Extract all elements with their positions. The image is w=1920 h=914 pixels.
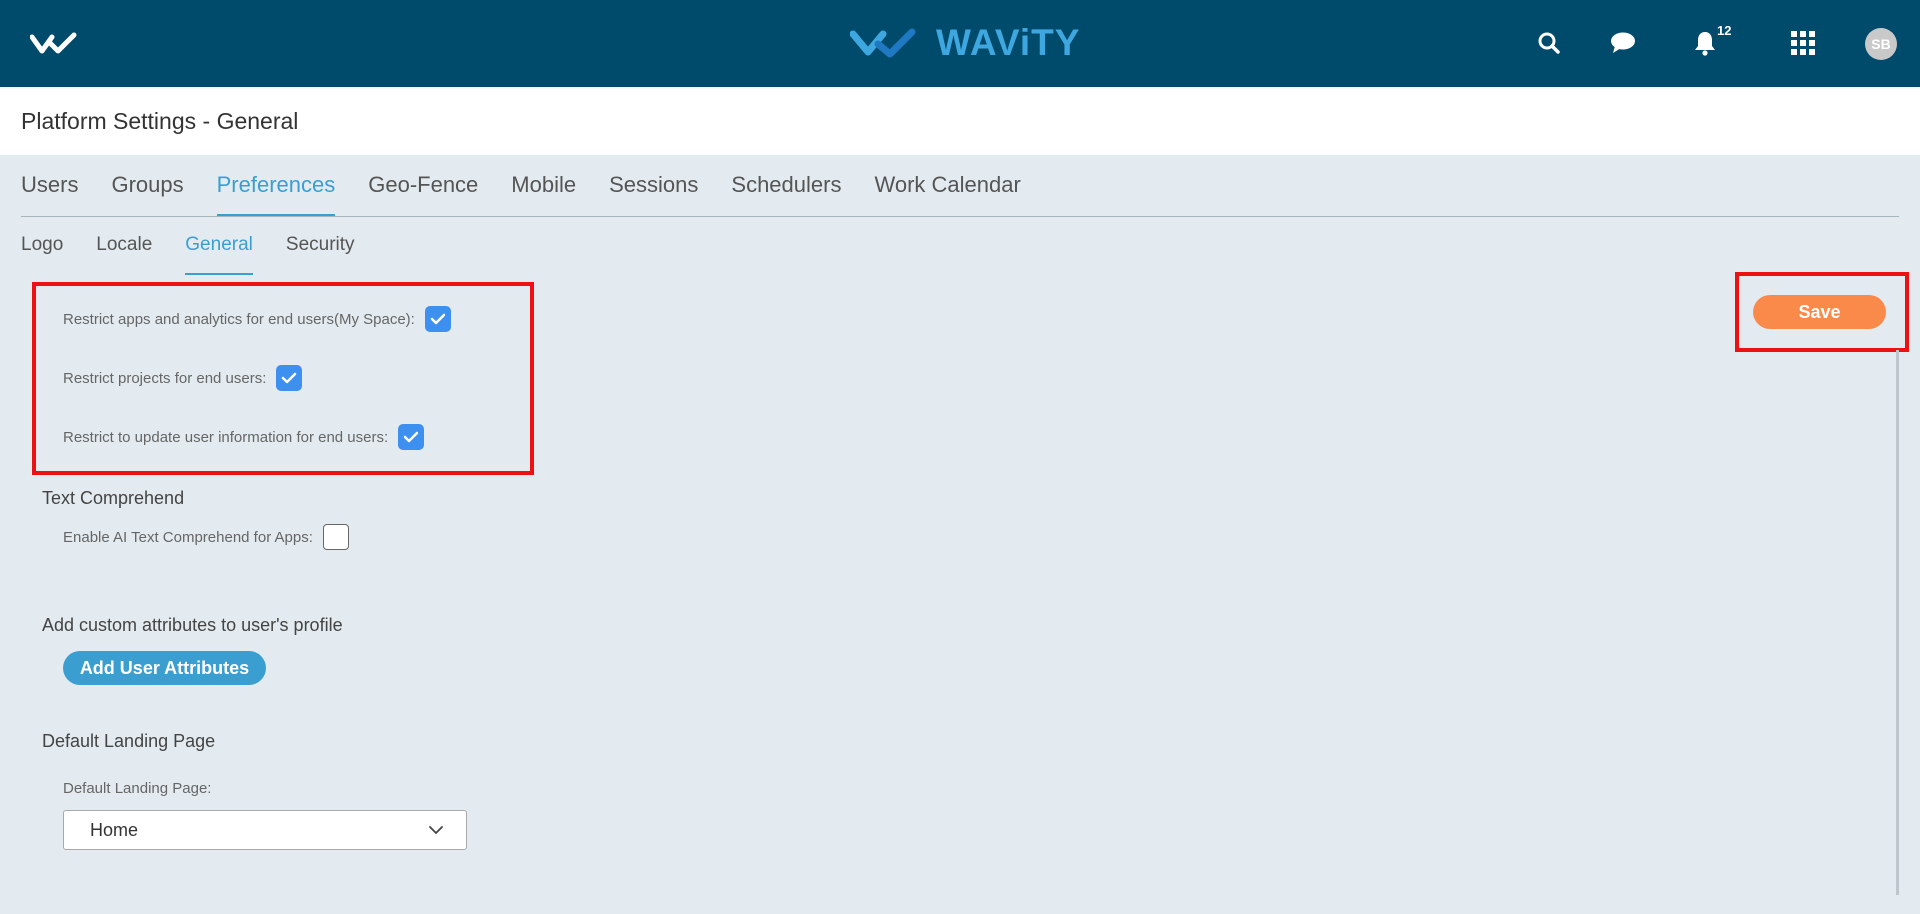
tabs-divider (21, 216, 1899, 217)
chat-icon[interactable] (1609, 29, 1637, 57)
page-title: Platform Settings - General (21, 108, 299, 134)
landing-page-field-label: Default Landing Page: (63, 780, 212, 797)
restrict-apps-label: Restrict apps and analytics for end user… (63, 310, 415, 328)
restrict-projects-label: Restrict projects for end users: (63, 369, 267, 387)
sub-tabs: Logo Locale General Security (21, 230, 388, 275)
restrict-projects-option: Restrict projects for end users: (63, 365, 303, 391)
bell-icon[interactable] (1691, 29, 1719, 57)
landing-page-selected-value: Home (90, 819, 139, 840)
top-bar: WAViTY 12 SB (0, 0, 1920, 87)
logo-mark-icon[interactable] (30, 31, 86, 55)
title-bar: Platform Settings - General (0, 87, 1920, 155)
brand-mark-icon (850, 28, 916, 58)
subtab-security[interactable]: Security (286, 230, 355, 275)
save-button[interactable]: Save (1753, 295, 1886, 329)
restrict-apps-option: Restrict apps and analytics for end user… (63, 306, 451, 332)
restrict-user-info-label: Restrict to update user information for … (63, 428, 389, 446)
restrict-apps-checkbox[interactable] (424, 306, 451, 332)
custom-attributes-heading: Add custom attributes to user's profile (42, 615, 343, 635)
restrict-user-info-checkbox[interactable] (398, 424, 425, 450)
tab-geo-fence[interactable]: Geo-Fence (368, 168, 478, 216)
search-icon[interactable] (1535, 29, 1563, 57)
avatar[interactable]: SB (1865, 28, 1897, 60)
tab-preferences[interactable]: Preferences (216, 168, 335, 216)
brand-name: WAViTY (936, 22, 1081, 63)
text-comprehend-checkbox[interactable] (322, 524, 349, 550)
landing-page-heading: Default Landing Page (42, 731, 216, 751)
tab-sessions[interactable]: Sessions (609, 168, 698, 216)
notification-count: 12 (1717, 23, 1732, 38)
checkmark-icon (430, 313, 446, 325)
tab-users[interactable]: Users (21, 168, 78, 216)
scrollbar[interactable] (1896, 350, 1899, 895)
brand-logo: WAViTY (850, 22, 1080, 64)
tab-schedulers[interactable]: Schedulers (731, 168, 841, 216)
tab-groups[interactable]: Groups (111, 168, 183, 216)
subtab-general[interactable]: General (185, 230, 253, 275)
checkmark-icon (403, 431, 419, 443)
text-comprehend-label: Enable AI Text Comprehend for Apps: (63, 528, 313, 546)
subtab-logo[interactable]: Logo (21, 230, 63, 275)
apps-grid-icon[interactable] (1789, 29, 1817, 57)
checkmark-icon (282, 372, 297, 384)
chevron-down-icon (429, 826, 443, 834)
add-user-attributes-button[interactable]: Add User Attributes (63, 651, 266, 685)
tab-work-calendar[interactable]: Work Calendar (874, 168, 1020, 216)
subtab-locale[interactable]: Locale (96, 230, 152, 275)
restrict-projects-checkbox[interactable] (276, 365, 303, 391)
landing-page-select[interactable]: Home (63, 810, 467, 850)
main-tabs: Users Groups Preferences Geo-Fence Mobil… (21, 168, 1054, 216)
tab-mobile[interactable]: Mobile (511, 168, 576, 216)
text-comprehend-heading: Text Comprehend (42, 488, 185, 508)
restrict-user-info-option: Restrict to update user information for … (63, 424, 425, 450)
text-comprehend-option: Enable AI Text Comprehend for Apps: (63, 524, 349, 550)
